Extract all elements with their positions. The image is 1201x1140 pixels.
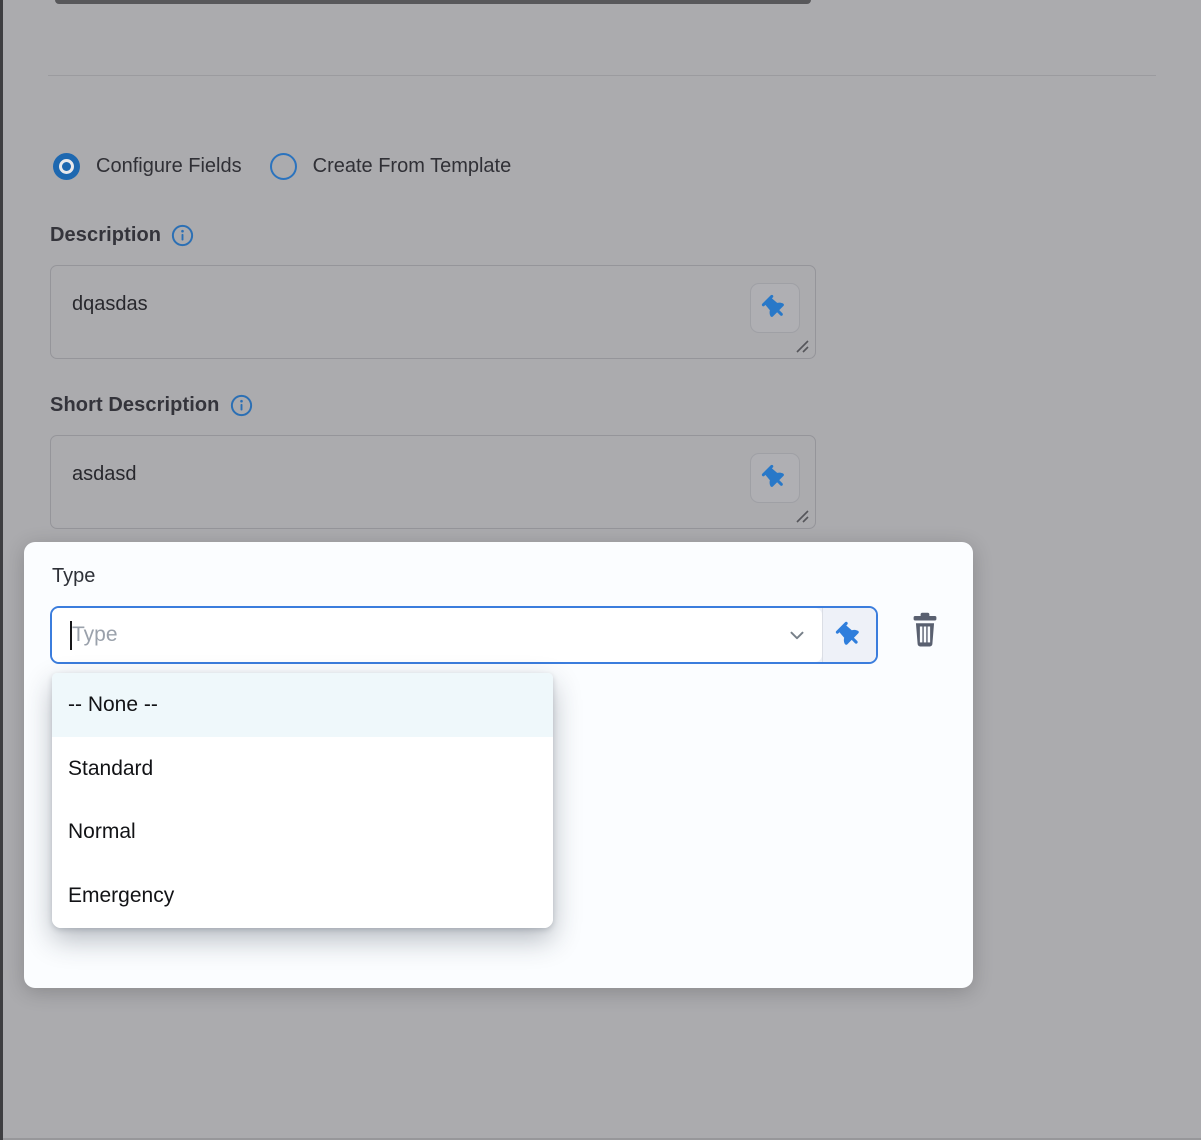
short-description-label-row: Short Description (50, 394, 253, 417)
description-pin-button[interactable] (750, 283, 800, 333)
text-cursor (70, 621, 72, 650)
pushpin-icon (763, 466, 787, 490)
type-pin-button[interactable] (822, 608, 876, 662)
field-mode-radio-group: Configure Fields Create From Template (53, 153, 511, 180)
type-field-card: Type (24, 542, 973, 988)
top-element-edge (55, 0, 811, 4)
short-description-pin-button[interactable] (750, 453, 800, 503)
section-divider (48, 75, 1156, 76)
description-value: dqasdas (72, 293, 148, 316)
type-label: Type (52, 565, 95, 588)
chevron-down-icon[interactable] (786, 624, 808, 646)
pushpin-icon (837, 623, 862, 648)
radio-ring (59, 159, 74, 174)
left-panel-border (0, 0, 3, 1140)
trash-icon (907, 611, 943, 649)
description-label: Description (50, 224, 161, 247)
screen: Configure Fields Create From Template De… (0, 0, 1201, 1140)
radio-configure-fields[interactable]: Configure Fields (53, 153, 242, 180)
delete-field-button[interactable] (901, 606, 949, 654)
resize-grip-icon[interactable] (795, 509, 810, 524)
short-description-textarea[interactable]: asdasd (50, 435, 816, 529)
radio-unselected-icon[interactable] (270, 153, 297, 180)
info-icon[interactable] (171, 224, 194, 247)
radio-label-configure-fields: Configure Fields (96, 155, 242, 178)
description-label-row: Description (50, 224, 194, 247)
type-input-wrap (52, 608, 822, 662)
type-combobox[interactable] (50, 606, 878, 664)
radio-selected-icon[interactable] (53, 153, 80, 180)
type-input[interactable] (52, 608, 822, 662)
dropdown-option-normal[interactable]: Normal (52, 801, 553, 865)
radio-dot (62, 162, 71, 171)
description-textarea[interactable]: dqasdas (50, 265, 816, 359)
dropdown-option-none[interactable]: -- None -- (52, 673, 553, 737)
radio-label-create-from-template: Create From Template (313, 155, 512, 178)
dropdown-option-emergency[interactable]: Emergency (52, 864, 553, 928)
resize-grip-icon[interactable] (795, 339, 810, 354)
dropdown-option-standard[interactable]: Standard (52, 737, 553, 801)
short-description-label: Short Description (50, 394, 220, 417)
type-dropdown-listbox: -- None -- Standard Normal Emergency (52, 673, 553, 928)
info-icon[interactable] (230, 394, 253, 417)
short-description-value: asdasd (72, 463, 137, 486)
radio-create-from-template[interactable]: Create From Template (270, 153, 512, 180)
pushpin-icon (763, 296, 787, 320)
